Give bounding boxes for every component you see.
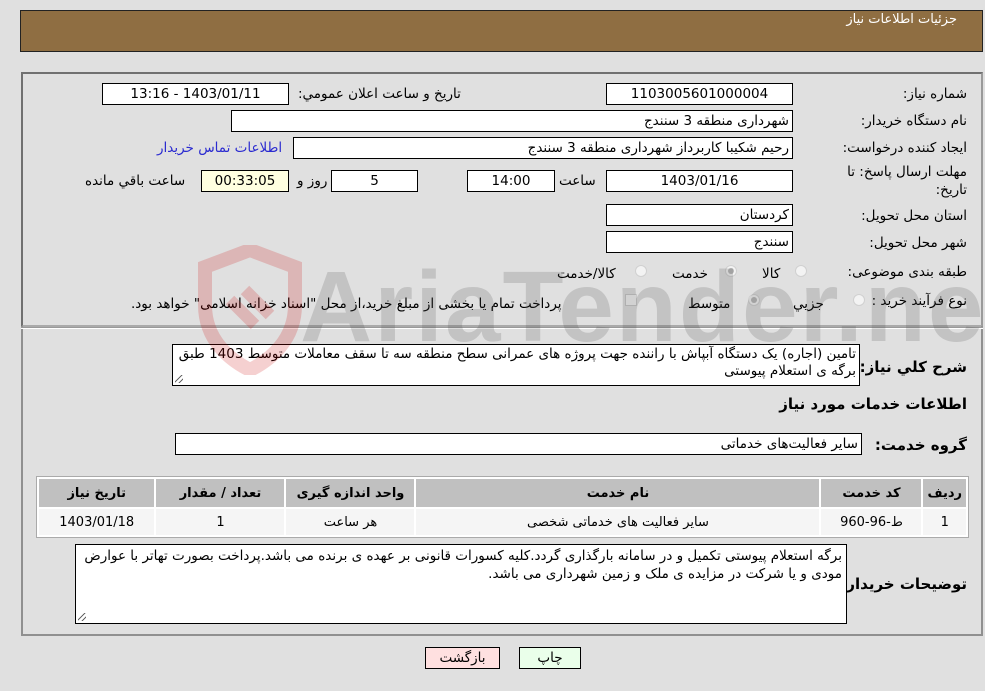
buyer-notes-label: توضیحات خریدار: [840,575,967,593]
description-textarea[interactable]: تامین (اجاره) یک دستگاه آبپاش با راننده … [172,344,860,386]
services-table-header: ردیف کد خدمت نام خدمت واحد اندازه گیری ت… [39,479,966,507]
remaining-days-field: 5 [331,170,418,192]
buyer-org-label: نام دستگاه خریدار: [860,113,967,129]
cell-need-date: 1403/01/18 [39,509,155,535]
category-radio-goods-service[interactable] [635,265,647,277]
print-button[interactable]: چاپ [519,647,581,669]
purchase-type-label: نوع فرآیند خرید : [871,293,967,309]
purchase-type-option-medium: متوسط [688,296,731,312]
deadline-time-label: ساعت [559,173,596,189]
page-header [20,10,983,52]
resize-handle-icon[interactable] [175,375,183,383]
treasury-bonds-note: پرداخت تمام یا بخشی از مبلغ خرید،از محل … [131,296,562,312]
table-row: 1 ط-96-960 سایر فعالیت های خدماتی شخصی ه… [39,509,966,535]
deadline-date-field: 1403/01/16 [606,170,793,192]
deadline-time-field: 14:00 [467,170,555,192]
cell-service-code: ط-96-960 [821,509,922,535]
purchase-type-radio-minor[interactable] [853,294,865,306]
treasury-bonds-checkbox[interactable] [625,294,637,306]
remaining-time-field: 00:33:05 [201,170,289,192]
col-service-code: کد خدمت [821,479,922,507]
service-group-label: گروه خدمت: [874,436,967,454]
cell-service-name: سایر فعالیت های خدماتی شخصی [416,509,820,535]
province-field: کردستان [606,204,793,226]
cell-quantity: 1 [156,509,285,535]
requester-field: رحیم شکیبا کاربرداز شهرداری منطقه 3 سنند… [293,137,793,159]
category-option-goods: کالا [762,266,781,282]
services-table-wrap: ردیف کد خدمت نام خدمت واحد اندازه گیری ت… [36,476,969,538]
buyer-notes-text: برگه استعلام پیوستی تکمیل و در سامانه با… [84,548,842,582]
city-label: شهر محل تحویل: [869,235,967,251]
buyer-contact-link[interactable]: اطلاعات تماس خریدار [157,140,282,156]
buyer-notes-textarea[interactable]: برگه استعلام پیوستی تکمیل و در سامانه با… [75,544,847,624]
services-table: ردیف کد خدمت نام خدمت واحد اندازه گیری ت… [36,476,969,538]
category-label: طبقه بندی موضوعی: [847,264,967,280]
page-title: جزئیات اطلاعات نیاز [846,12,957,27]
description-label: شرح کلي نياز: [859,358,967,376]
back-button[interactable]: بازگشت [425,647,500,669]
purchase-type-option-minor: جزيي [793,296,824,312]
need-number-label: شماره نیاز: [902,86,967,102]
col-service-name: نام خدمت [416,479,820,507]
col-row-number: ردیف [923,479,966,507]
service-group-field: سایر فعالیت‌های خدماتی [175,433,862,455]
city-field: سنندج [606,231,793,253]
col-unit: واحد اندازه گیری [286,479,415,507]
resize-handle-icon[interactable] [78,613,86,621]
col-quantity: تعداد / مقدار [156,479,285,507]
deadline-label-line2: تاریخ: [935,182,967,198]
description-text: تامین (اجاره) یک دستگاه آبپاش با راننده … [178,346,856,379]
category-option-service: خدمت [672,266,708,282]
requester-label: ایجاد کننده درخواست: [842,140,967,156]
cell-unit: هر ساعت [286,509,415,535]
remaining-days-label: روز و [297,173,328,189]
deadline-label-line1: مهلت ارسال پاسخ: تا [847,164,967,180]
cell-row-number: 1 [923,509,966,535]
province-label: استان محل تحویل: [861,208,967,224]
purchase-type-radio-medium[interactable] [748,294,760,306]
col-need-date: تاریخ نیاز [39,479,155,507]
category-option-goods-service: کالا/خدمت [557,266,616,282]
announce-datetime-field: 1403/01/11 - 13:16 [102,83,289,105]
remaining-time-label: ساعت باقي مانده [85,173,186,189]
need-number-field: 1103005601000004 [606,83,793,105]
category-radio-goods[interactable] [795,265,807,277]
services-section-title: اطلاعات خدمات مورد نیاز [779,395,967,413]
category-radio-service[interactable] [725,265,737,277]
section-divider [21,327,983,329]
announce-datetime-label: تاريخ و ساعت اعلان عمومي: [298,86,461,102]
buyer-org-field: شهرداری منطقه 3 سنندج [231,110,793,132]
